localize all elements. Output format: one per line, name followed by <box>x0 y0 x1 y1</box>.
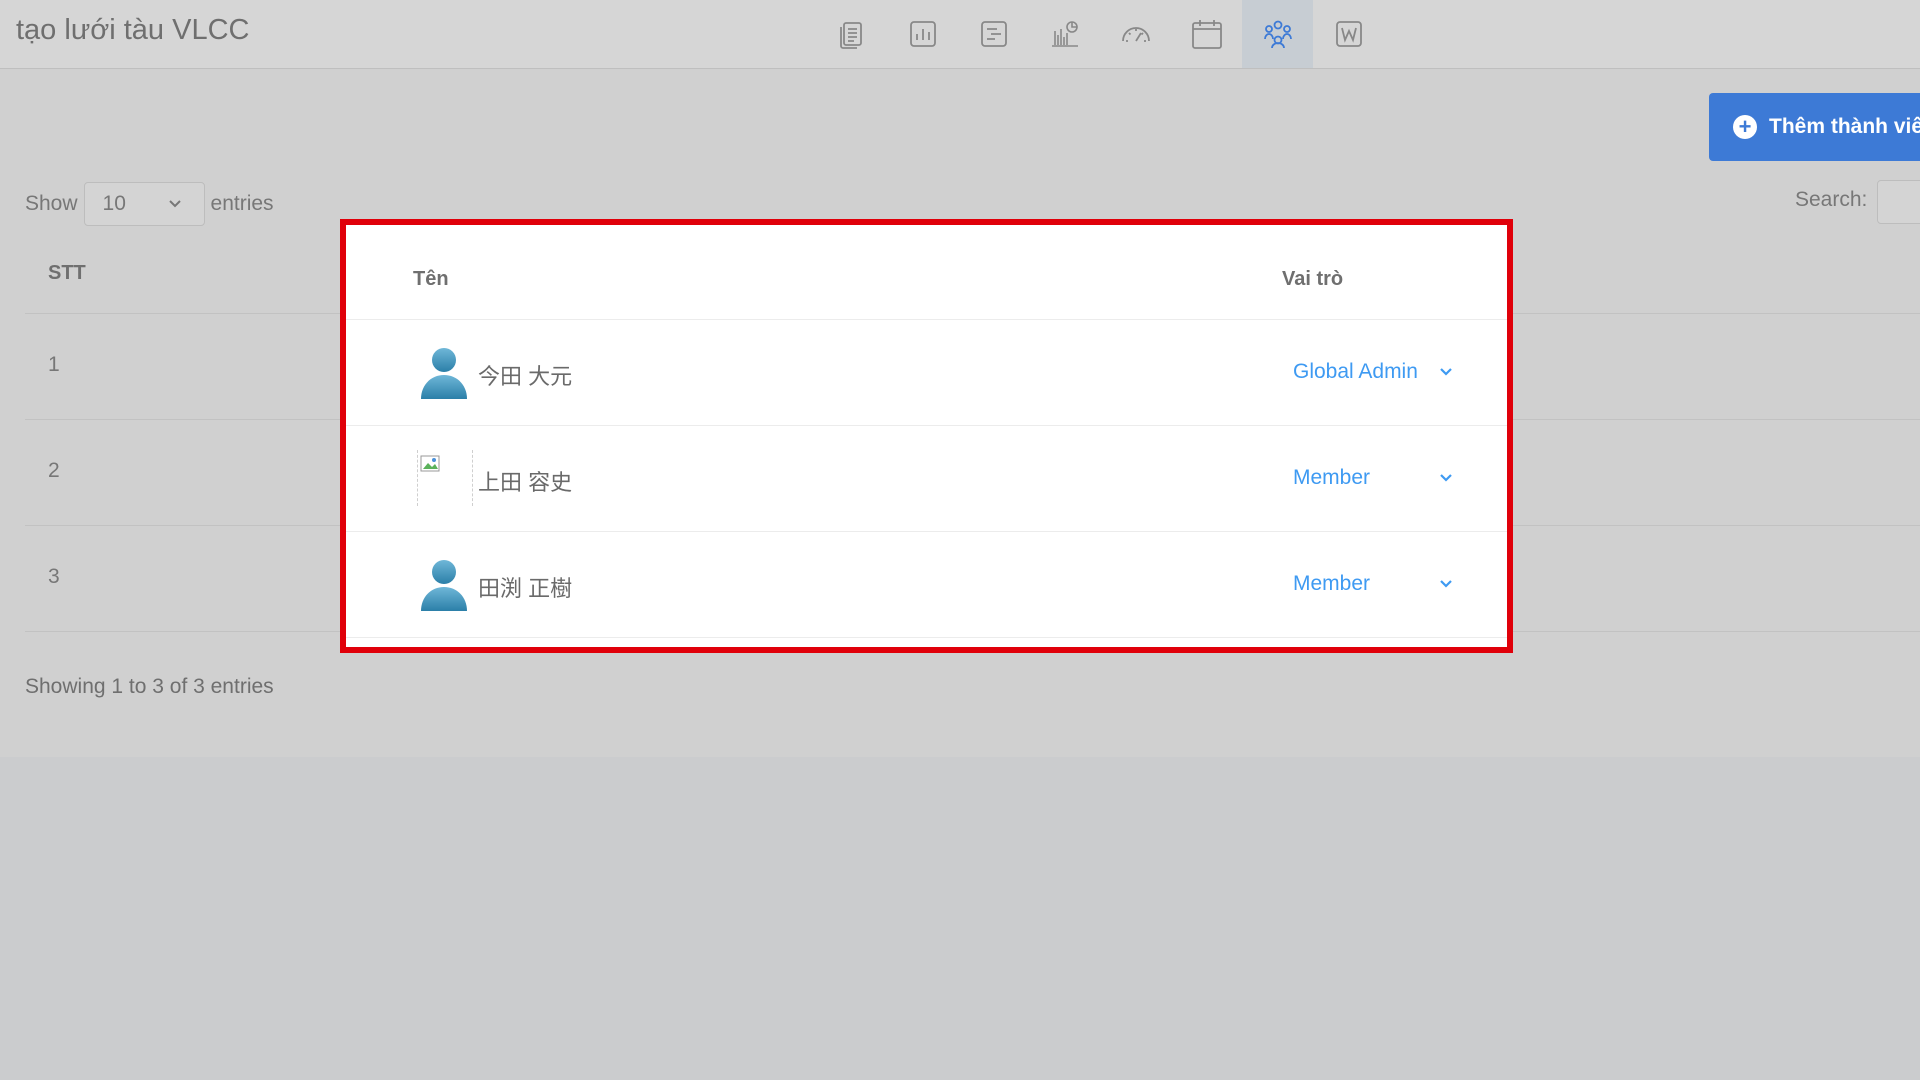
top-bar: tạo lưới tàu VLCC <box>0 0 1920 69</box>
dashboard-view-button[interactable] <box>1100 0 1171 68</box>
default-person-icon <box>421 560 467 611</box>
chevron-down-icon <box>1440 474 1452 482</box>
chevron-down-icon <box>168 200 181 208</box>
stt-cell: 3 <box>48 565 60 588</box>
member-name: 今田 大元 <box>478 364 573 389</box>
member-name: 上田 容史 <box>478 470 573 495</box>
table-row: 上田 容史 Member <box>346 426 1507 531</box>
column-header-stt: STT <box>48 262 86 284</box>
bar-chart-icon <box>909 21 936 47</box>
view-toolbar <box>816 0 1384 68</box>
role-dropdown[interactable]: Member <box>1293 466 1453 490</box>
gantt-view-button[interactable] <box>958 0 1029 68</box>
calendar-icon <box>1191 20 1222 49</box>
show-label: Show <box>25 192 78 215</box>
dashboard-gauge-icon <box>1121 27 1150 42</box>
word-icon <box>1335 21 1362 47</box>
column-header-role: Vai trò <box>1282 268 1344 290</box>
document-list-icon <box>839 22 862 49</box>
report-view-button[interactable] <box>1029 0 1100 68</box>
broken-image-icon <box>417 450 473 506</box>
page-length-value: 10 <box>102 192 126 215</box>
add-member-button[interactable]: + Thêm thành viê <box>1709 93 1920 161</box>
members-table-highlight: Tên Vai trò 今田 大元 Global Admin 上田 容史 Mem… <box>340 219 1513 653</box>
table-row: 田渕 正樹 Member <box>346 532 1507 637</box>
members-view-button[interactable] <box>1242 0 1313 68</box>
stt-cell: 1 <box>48 353 60 376</box>
report-chart-icon <box>1051 21 1078 47</box>
plus-circle-icon: + <box>1733 114 1757 139</box>
search-input[interactable] <box>1877 180 1920 224</box>
member-name: 田渕 正樹 <box>478 576 573 601</box>
table-divider <box>346 637 1507 638</box>
search-label: Search: <box>1795 188 1868 211</box>
role-value: Member <box>1293 466 1371 489</box>
add-member-label: Thêm thành viê <box>1769 115 1920 138</box>
search-control: Search: <box>1795 188 1867 212</box>
bar-chart-view-button[interactable] <box>887 0 958 68</box>
table-info: Showing 1 to 3 of 3 entries <box>25 675 274 698</box>
page-length-control: Show 10 entries <box>25 182 274 226</box>
stt-cell: 2 <box>48 459 60 482</box>
default-person-icon <box>421 348 467 399</box>
word-export-button[interactable] <box>1313 0 1384 68</box>
role-dropdown[interactable]: Member <box>1293 572 1453 596</box>
project-title: tạo lưới tàu VLCC <box>16 14 250 46</box>
column-header-name: Tên <box>413 268 449 290</box>
role-value: Member <box>1293 572 1371 595</box>
chevron-down-icon <box>1440 368 1452 376</box>
role-dropdown[interactable]: Global Admin <box>1293 360 1453 384</box>
page-length-select[interactable]: 10 <box>83 182 205 226</box>
calendar-view-button[interactable] <box>1171 0 1242 68</box>
role-value: Global Admin <box>1293 360 1418 383</box>
gantt-icon <box>980 21 1007 47</box>
document-list-view-button[interactable] <box>816 0 887 68</box>
entries-label: entries <box>210 192 274 215</box>
members-icon <box>1263 20 1292 49</box>
page-background <box>0 757 1920 1080</box>
table-row: 今田 大元 Global Admin <box>346 320 1507 425</box>
chevron-down-icon <box>1440 580 1452 588</box>
